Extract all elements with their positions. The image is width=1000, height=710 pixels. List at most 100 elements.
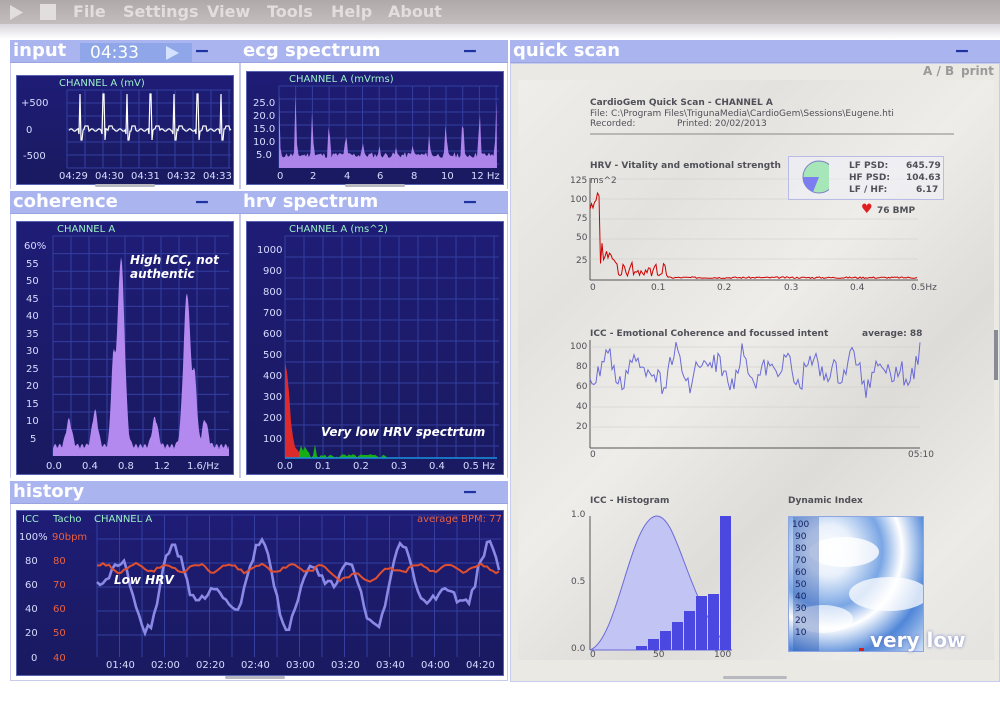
dyn-y-tick: 80 <box>795 544 807 554</box>
report-recorded: Recorded: <box>590 119 636 129</box>
dynamic-index-label: very low <box>870 628 966 652</box>
x-tick: 0.8 <box>118 461 134 472</box>
input-header[interactable]: input 04:33 −+x <box>10 40 240 84</box>
hist-y-tick: 0.5 <box>571 577 586 587</box>
dyn-y-tick: 10 <box>795 628 807 638</box>
y-tick: 40 <box>26 311 39 322</box>
menu-file[interactable]: File <box>73 2 106 21</box>
time-slider[interactable]: 04:33 <box>80 43 192 63</box>
resize-handle[interactable] <box>723 676 787 679</box>
play-time-icon[interactable] <box>80 43 192 62</box>
y-tick: 5 <box>30 434 37 445</box>
x-tick: 0.1 <box>315 461 331 472</box>
scrollbar-thumb[interactable] <box>994 330 998 380</box>
hist-bar <box>672 622 683 650</box>
average-bpm: average BPM: 77 <box>417 514 502 525</box>
lf-value: 645.79 <box>906 161 941 171</box>
coherence-header[interactable]: coherence −+x <box>10 191 240 235</box>
play-icon[interactable] <box>0 0 40 24</box>
menu-help[interactable]: Help <box>331 2 372 21</box>
icc-tick: 40 <box>25 604 38 615</box>
print-button[interactable]: print <box>961 64 994 78</box>
psd-pie-chart <box>802 160 829 194</box>
panel-title: quick scan <box>513 40 621 61</box>
hrv-spectrum-plot: CHANNEL A (ms^2) 1000 900 800 700 600 50… <box>246 221 504 475</box>
y-tick: 10 <box>26 416 39 427</box>
panel-title: history <box>13 481 85 502</box>
dyn-y-tick: 70 <box>795 556 807 566</box>
x-tick: 02:20 <box>196 660 225 671</box>
resize-handle[interactable] <box>225 676 285 679</box>
menu-about[interactable]: About <box>388 2 442 21</box>
dyn-y-tick: 30 <box>795 604 807 614</box>
menu-tools[interactable]: Tools <box>267 2 313 21</box>
x-tick: 04:33 <box>203 171 232 182</box>
x-tick: 03:40 <box>376 660 405 671</box>
ab-toggle[interactable]: A / B <box>923 64 954 78</box>
ratio-label: LF / HF: <box>849 185 888 195</box>
icc-x-tick: 05:10 <box>908 450 934 460</box>
tacho-tick: 50 <box>53 628 66 639</box>
x-tick: 04:00 <box>421 660 450 671</box>
y-tick: 30 <box>26 346 39 357</box>
hist-y-tick: 1.0 <box>571 510 586 520</box>
x-tick: 04:31 <box>131 171 160 182</box>
coherence-plot: CHANNEL A 60% 55 50 45 40 35 30 25 20 15… <box>16 221 234 475</box>
y-tick: 800 <box>263 287 283 298</box>
y-tick: 50 <box>26 276 39 287</box>
report-file: File: C:\Program Files\TrigunaMedia\Card… <box>590 109 894 119</box>
ratio-value: 6.17 <box>916 185 939 195</box>
channel-label: CHANNEL A <box>94 514 153 525</box>
psd-box: LF PSD: 645.79 HF PSD: 104.63 LF / HF: 6… <box>788 156 944 200</box>
menu-settings[interactable]: Settings <box>123 2 199 21</box>
icc-y-tick: 100 <box>570 342 588 352</box>
dyn-y-tick: 40 <box>795 592 807 602</box>
x-tick: 02:40 <box>241 660 270 671</box>
icc-y-tick: 80 <box>576 362 588 372</box>
x-tick: 12 Hz <box>471 171 500 182</box>
history-header[interactable]: history −+x <box>10 481 508 525</box>
menu-view[interactable]: View <box>207 2 250 21</box>
report-title: CardioGem Quick Scan - CHANNEL A <box>590 98 773 108</box>
ecg-spectrum-header[interactable]: ecg spectrum −+x <box>240 40 508 84</box>
hrv-unit: ms^2 <box>590 176 617 186</box>
ecg-trace-chart <box>66 89 232 169</box>
hf-label: HF PSD: <box>849 173 890 183</box>
y-tick: +500 <box>21 98 49 109</box>
x-tick: 4 <box>344 171 351 182</box>
x-tick: 0.2 <box>353 461 369 472</box>
tacho-column-label: Tacho <box>53 514 82 525</box>
y-tick: 200 <box>263 413 283 424</box>
x-tick: 0 <box>277 171 284 182</box>
y-tick: 45 <box>26 294 39 305</box>
icc-column-label: ICC <box>22 514 39 525</box>
report-printed: Printed: 20/02/2013 <box>677 119 767 129</box>
quick-scan-header[interactable]: quick scan −+x <box>510 40 1000 84</box>
cloud <box>849 577 923 611</box>
dyn-y-tick: 90 <box>795 532 807 542</box>
y-tick: 0 <box>26 125 33 136</box>
tacho-tick: 80 <box>53 556 66 567</box>
x-tick: 1.2 <box>154 461 170 472</box>
x-tick: 0.0 <box>46 461 62 472</box>
history-chart <box>96 514 501 657</box>
hrv-lf-fill <box>285 362 303 458</box>
y-tick: -500 <box>23 151 46 162</box>
hrv-spectrum-header[interactable]: hrv spectrum −+x <box>240 191 508 235</box>
icc-title: ICC - Emotional Coherence and focussed i… <box>590 329 829 339</box>
panel-title: ecg spectrum <box>243 40 381 61</box>
x-tick: 03:00 <box>286 660 315 671</box>
channel-label: CHANNEL A (ms^2) <box>289 224 388 235</box>
resize-handle[interactable] <box>95 184 155 187</box>
hist-y-tick: 0.0 <box>571 644 586 654</box>
y-tick: 600 <box>263 329 283 340</box>
ecg-spectrum-chart <box>278 85 499 168</box>
x-tick: 0.4 <box>429 461 445 472</box>
stop-icon[interactable] <box>40 4 56 20</box>
icc-line <box>589 341 921 398</box>
panel-title: input <box>13 40 67 61</box>
resize-handle[interactable] <box>345 184 405 187</box>
y-tick: 500 <box>263 350 283 361</box>
index-marker <box>859 648 864 651</box>
icc-y-tick: 20 <box>576 422 588 432</box>
